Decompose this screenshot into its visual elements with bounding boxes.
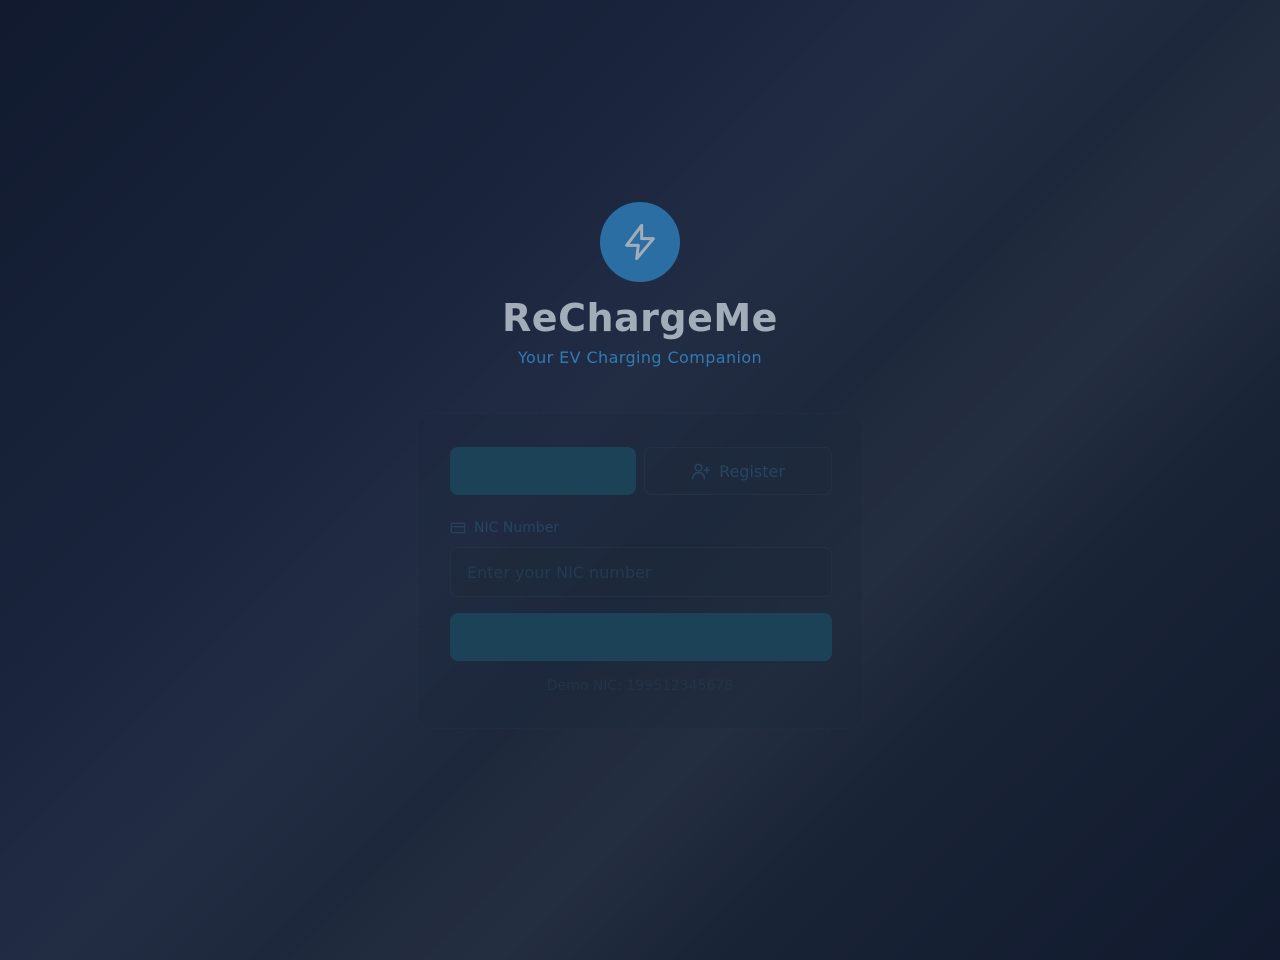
nic-field-label: NIC Number — [450, 520, 559, 536]
app-subtitle: Your EV Charging Companion — [517, 348, 763, 367]
lightning-bolt-icon — [625, 223, 655, 261]
demo-nic-hint: Demo NIC: 199512345678 — [546, 678, 734, 694]
user-plus-icon — [691, 463, 711, 480]
nic-input[interactable] — [450, 547, 832, 597]
id-card-icon — [450, 522, 466, 534]
logo — [600, 202, 680, 282]
nic-field-label-text: NIC Number — [474, 520, 560, 536]
auth-tabs: Register — [450, 447, 832, 495]
tab-login[interactable] — [450, 447, 636, 495]
login-submit-button[interactable] — [450, 613, 832, 661]
brand-header: ReChargeMe Your EV Charging Companion — [0, 202, 1280, 367]
tab-register[interactable]: Register — [644, 447, 832, 495]
auth-card: Register NIC Number Demo NIC: 1995123456… — [417, 413, 863, 729]
tab-register-label: Register — [719, 461, 785, 481]
app-title: ReChargeMe — [502, 296, 778, 340]
